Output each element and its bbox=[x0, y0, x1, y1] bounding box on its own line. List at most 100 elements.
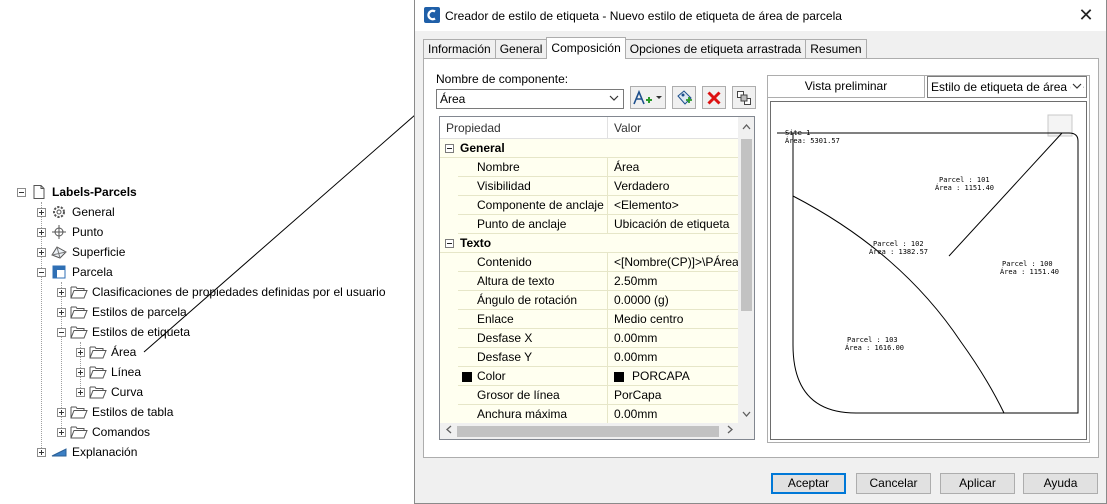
grid-row[interactable]: Altura de texto 2.50mm bbox=[440, 272, 738, 291]
preview-label-line: Parcel : 100 bbox=[1002, 260, 1053, 268]
property-grid-header: Propiedad Valor bbox=[440, 117, 738, 139]
tree-item-punto[interactable]: Punto bbox=[37, 223, 103, 241]
scroll-left-icon[interactable] bbox=[440, 423, 457, 439]
grid-row[interactable]: Nombre Área bbox=[440, 158, 738, 177]
grid-category-general[interactable]: General bbox=[440, 139, 738, 158]
expand-toggle[interactable] bbox=[76, 347, 85, 357]
tree-item-label: Superficie bbox=[72, 245, 126, 259]
color-swatch bbox=[614, 372, 624, 382]
expand-toggle[interactable] bbox=[37, 227, 46, 237]
preview-label-line: Parcel : 103 bbox=[847, 336, 898, 344]
collapse-toggle[interactable] bbox=[17, 187, 26, 197]
tree-item-parcela[interactable]: Parcela bbox=[37, 263, 113, 281]
tree-item-estilos-etiqueta[interactable]: Estilos de etiqueta bbox=[57, 323, 190, 341]
ok-button[interactable]: Aceptar bbox=[771, 473, 846, 494]
tree-item-label: Parcela bbox=[72, 265, 113, 279]
collapse-toggle[interactable] bbox=[57, 327, 66, 337]
civil3d-app-icon bbox=[424, 7, 440, 23]
delete-component-button[interactable] bbox=[702, 86, 726, 109]
tree-item-label: Estilos de tabla bbox=[92, 405, 174, 419]
column-header-property[interactable]: Propiedad bbox=[440, 117, 608, 139]
preview-canvas[interactable]: Site 1 Área: 5301.57 Parcel : 101 Área :… bbox=[770, 101, 1087, 440]
tree-item-labels-parcels[interactable]: Labels-Parcels bbox=[17, 183, 137, 201]
grid-row[interactable]: Visibilidad Verdadero bbox=[440, 177, 738, 196]
gear-icon bbox=[50, 204, 68, 220]
tab-general[interactable]: General bbox=[494, 39, 548, 59]
tree-item-label: Comandos bbox=[92, 425, 151, 439]
tree-item-label: General bbox=[72, 205, 115, 219]
tree-item-explanacion[interactable]: Explanación bbox=[37, 443, 137, 461]
preview-style-select[interactable]: Estilo de etiqueta de área de parcela bbox=[927, 76, 1087, 98]
horizontal-scrollbar[interactable] bbox=[440, 423, 738, 439]
expand-toggle[interactable] bbox=[57, 427, 66, 437]
scroll-down-icon[interactable] bbox=[738, 406, 754, 423]
grid-row[interactable]: Contenido <[Nombre(CP)]>\PÁrea: <[Área(U… bbox=[440, 253, 738, 272]
delete-icon bbox=[707, 90, 721, 105]
collapse-toggle[interactable] bbox=[445, 239, 454, 248]
expand-toggle[interactable] bbox=[37, 447, 46, 457]
grid-row[interactable]: Ángulo de rotación 0.0000 (g) bbox=[440, 291, 738, 310]
grid-row[interactable]: Punto de anclaje Ubicación de etiqueta bbox=[440, 215, 738, 234]
expand-toggle[interactable] bbox=[57, 407, 66, 417]
copy-component-button[interactable] bbox=[672, 86, 696, 109]
grid-category-texto[interactable]: Texto bbox=[440, 234, 738, 253]
grid-row[interactable]: Anchura máxima 0.00mm bbox=[440, 405, 738, 424]
close-icon[interactable]: ✕ bbox=[1076, 5, 1096, 25]
expand-toggle[interactable] bbox=[76, 367, 85, 377]
tab-composicion[interactable]: Composición bbox=[546, 37, 626, 59]
expand-toggle[interactable] bbox=[37, 207, 46, 217]
collapse-toggle[interactable] bbox=[445, 144, 454, 153]
column-header-value[interactable]: Valor bbox=[608, 117, 738, 139]
add-component-button[interactable] bbox=[630, 86, 666, 109]
tab-resumen[interactable]: Resumen bbox=[805, 39, 867, 59]
parcel-preview-drawing: Site 1 Área: 5301.57 Parcel : 101 Área :… bbox=[777, 114, 1079, 414]
component-name-label: Nombre de componente: bbox=[436, 72, 569, 86]
grid-row[interactable]: Desfase X 0.00mm bbox=[440, 329, 738, 348]
tree-item-area[interactable]: Área bbox=[76, 343, 136, 361]
tree-item-label: Explanación bbox=[72, 445, 138, 459]
tree-item-general[interactable]: General bbox=[37, 203, 115, 221]
scroll-thumb[interactable] bbox=[457, 426, 719, 437]
folder-open-icon bbox=[70, 404, 88, 420]
vertical-scrollbar[interactable] bbox=[738, 117, 754, 423]
expand-toggle[interactable] bbox=[76, 387, 85, 397]
preview-label-line: Parcel : 101 bbox=[939, 176, 990, 184]
composition-panel: Nombre de componente: Área Propiedad Val… bbox=[423, 58, 1099, 458]
component-draw-order-button[interactable] bbox=[732, 86, 756, 109]
scroll-thumb[interactable] bbox=[741, 139, 752, 311]
cancel-button[interactable]: Cancelar bbox=[856, 473, 931, 494]
grid-row-color[interactable]: Color PORCAPA bbox=[440, 367, 738, 386]
tree-item-label: Curva bbox=[111, 385, 144, 399]
parcel-icon bbox=[50, 264, 68, 280]
grid-row[interactable]: Componente de anclaje <Elemento> bbox=[440, 196, 738, 215]
grid-row[interactable]: Grosor de línea PorCapa bbox=[440, 386, 738, 405]
tab-informacion[interactable]: Información bbox=[423, 39, 496, 59]
grid-row[interactable]: Enlace Medio centro bbox=[440, 310, 738, 329]
preview-button[interactable]: Vista preliminar bbox=[768, 76, 925, 98]
tree-item-label: Área bbox=[111, 345, 137, 359]
component-name-select[interactable]: Área bbox=[436, 89, 624, 109]
tree-item-label: Estilos de parcela bbox=[92, 305, 187, 319]
tree-item-superficie[interactable]: Superficie bbox=[37, 243, 125, 261]
expand-toggle[interactable] bbox=[37, 247, 46, 257]
label-style-composer-dialog: Creador de estilo de etiqueta - Nuevo es… bbox=[414, 0, 1107, 504]
scroll-right-icon[interactable] bbox=[721, 423, 738, 439]
tree-item-estilos-tabla[interactable]: Estilos de tabla bbox=[57, 403, 173, 421]
expand-toggle[interactable] bbox=[57, 307, 66, 317]
tree-item-estilos-parcela[interactable]: Estilos de parcela bbox=[57, 303, 187, 321]
expand-toggle[interactable] bbox=[57, 287, 66, 297]
preview-style-value: Estilo de etiqueta de área de parcela bbox=[931, 80, 1086, 94]
tree-item-curva[interactable]: Curva bbox=[76, 383, 143, 401]
dialog-titlebar[interactable]: Creador de estilo de etiqueta - Nuevo es… bbox=[415, 0, 1106, 31]
tab-opciones-etiqueta-arrastrada[interactable]: Opciones de etiqueta arrastrada bbox=[624, 39, 807, 59]
preview-label-line: Área : 1616.00 bbox=[845, 343, 904, 352]
tree-item-linea[interactable]: Línea bbox=[76, 363, 141, 381]
collapse-toggle[interactable] bbox=[37, 267, 46, 277]
scroll-up-icon[interactable] bbox=[738, 119, 754, 136]
grid-row[interactable]: Desfase Y 0.00mm bbox=[440, 348, 738, 367]
help-button[interactable]: Ayuda bbox=[1023, 473, 1098, 494]
chevron-down-icon bbox=[1071, 77, 1083, 97]
tree-item-comandos[interactable]: Comandos bbox=[57, 423, 150, 441]
apply-button[interactable]: Aplicar bbox=[940, 473, 1015, 494]
tree-item-clasificaciones[interactable]: Clasificaciones de propiedades definidas… bbox=[57, 283, 386, 301]
